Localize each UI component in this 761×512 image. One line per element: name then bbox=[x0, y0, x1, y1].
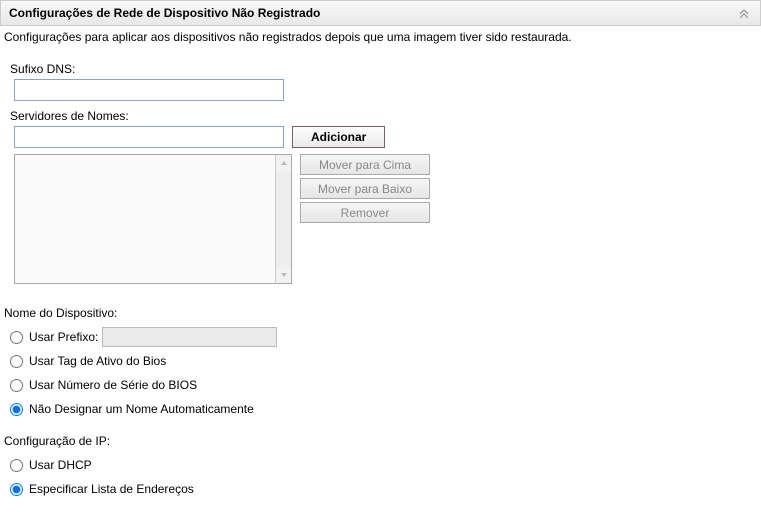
no-auto-assign-radio[interactable] bbox=[10, 403, 23, 416]
prefix-input bbox=[102, 327, 277, 347]
panel-header: Configurações de Rede de Dispositivo Não… bbox=[0, 0, 761, 26]
use-dhcp-radio[interactable] bbox=[10, 459, 23, 472]
specify-address-list-label: Especificar Lista de Endereços bbox=[29, 482, 194, 496]
name-servers-listbox[interactable] bbox=[14, 154, 292, 284]
no-auto-assign-label: Não Designar um Nome Automaticamente bbox=[29, 402, 254, 416]
use-prefix-label: Usar Prefixo: bbox=[29, 330, 98, 344]
panel-body: Configurações para aplicar aos dispositi… bbox=[0, 26, 761, 512]
add-button[interactable]: Adicionar bbox=[292, 126, 385, 148]
move-down-button[interactable]: Mover para Baixo bbox=[300, 178, 430, 199]
dns-suffix-input[interactable] bbox=[14, 79, 284, 101]
move-up-button[interactable]: Mover para Cima bbox=[300, 154, 430, 175]
scrollbar[interactable] bbox=[275, 155, 291, 283]
dns-suffix-label: Sufixo DNS: bbox=[10, 62, 757, 76]
use-bios-asset-tag-label: Usar Tag de Ativo do Bios bbox=[29, 354, 166, 368]
panel-title: Configurações de Rede de Dispositivo Não… bbox=[9, 6, 320, 20]
use-bios-serial-label: Usar Número de Série do BIOS bbox=[29, 378, 197, 392]
use-prefix-radio[interactable] bbox=[10, 331, 23, 344]
collapse-icon[interactable] bbox=[736, 5, 752, 21]
name-server-input[interactable] bbox=[14, 126, 284, 148]
ip-config-heading: Configuração de IP: bbox=[4, 434, 757, 448]
device-name-heading: Nome do Dispositivo: bbox=[4, 306, 757, 320]
scroll-down-icon[interactable] bbox=[276, 267, 291, 283]
specify-address-list-radio[interactable] bbox=[10, 483, 23, 496]
use-dhcp-label: Usar DHCP bbox=[29, 458, 92, 472]
panel-description: Configurações para aplicar aos dispositi… bbox=[4, 30, 757, 44]
name-servers-label: Servidores de Nomes: bbox=[10, 109, 757, 123]
remove-button[interactable]: Remover bbox=[300, 202, 430, 223]
use-bios-serial-radio[interactable] bbox=[10, 379, 23, 392]
scroll-up-icon[interactable] bbox=[276, 155, 291, 171]
use-bios-asset-tag-radio[interactable] bbox=[10, 355, 23, 368]
